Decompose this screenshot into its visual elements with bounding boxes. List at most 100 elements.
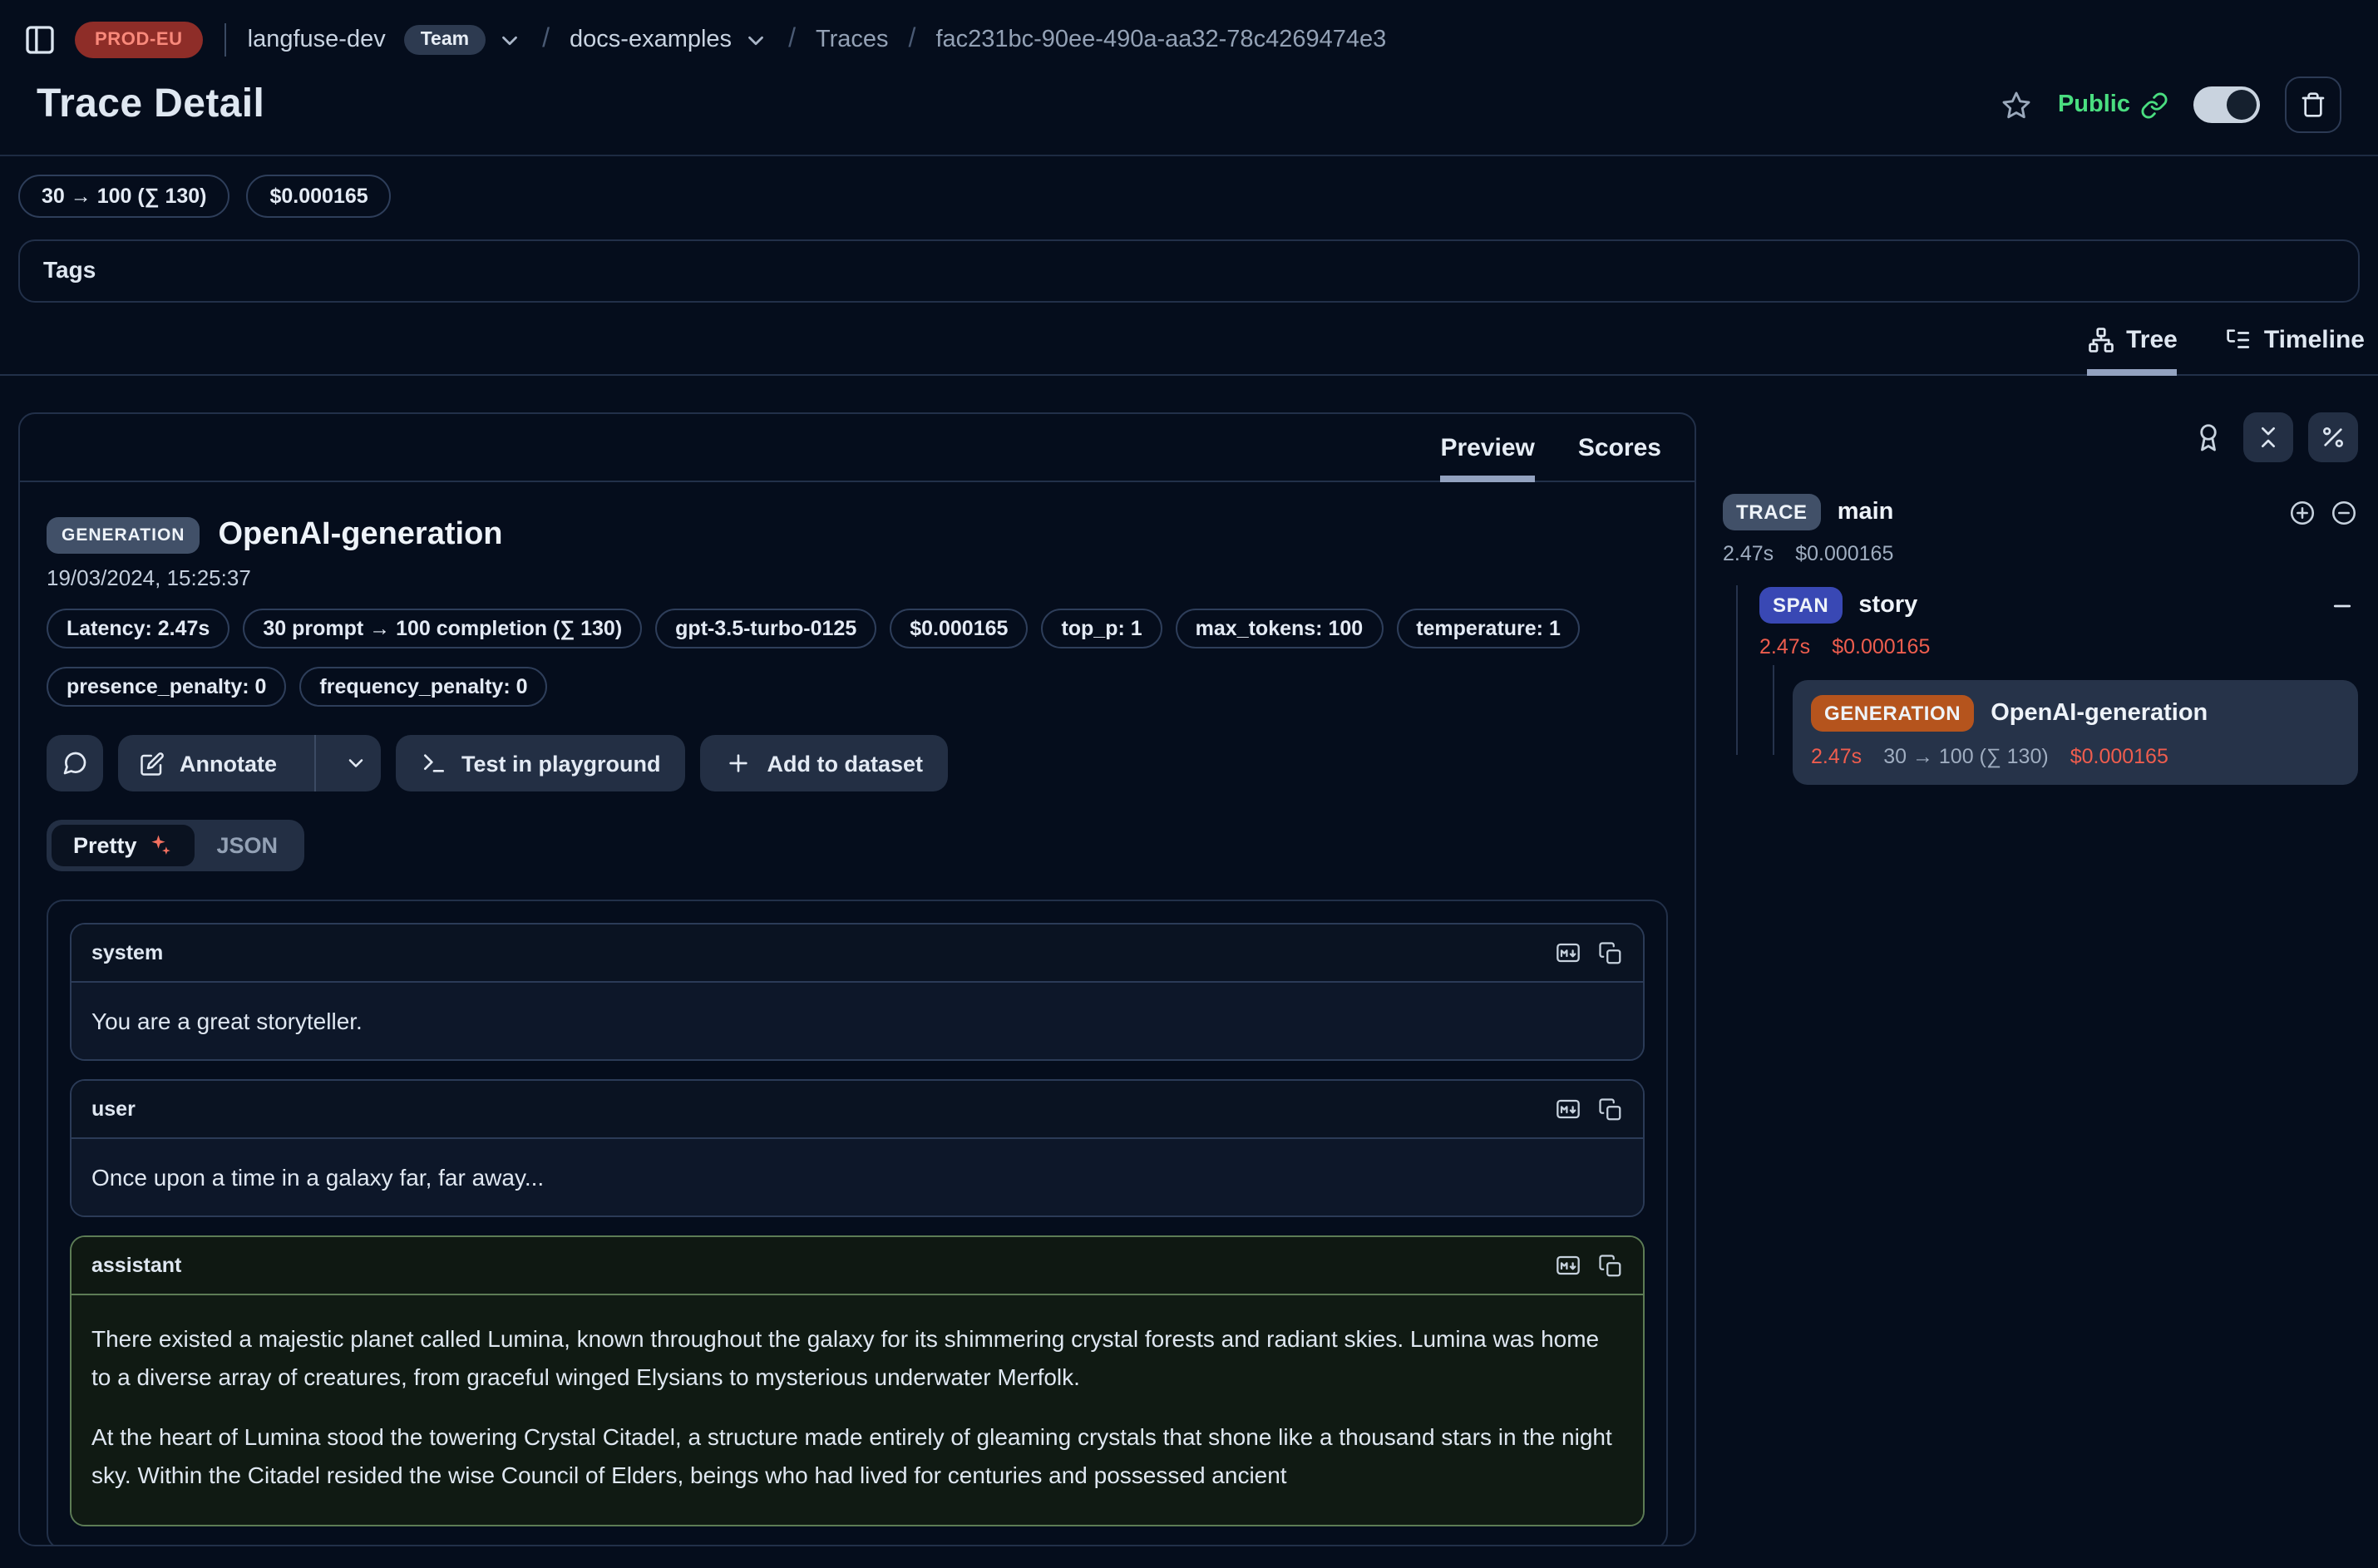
panel-tabs: Preview Scores: [20, 414, 1695, 482]
latency-badge: Latency: 2.47s: [47, 609, 229, 648]
dataset-label: Add to dataset: [767, 751, 924, 776]
title-actions: Public: [2001, 76, 2341, 133]
circle-plus-icon[interactable]: [2288, 498, 2316, 526]
toggle-knob: [2227, 90, 2257, 120]
span-cost: $0.000165: [1832, 635, 1930, 658]
format-pretty-option[interactable]: Pretty: [52, 825, 195, 866]
circle-minus-icon[interactable]: [2330, 498, 2358, 526]
tab-timeline[interactable]: Timeline: [2224, 326, 2365, 376]
observation-timestamp: 19/03/2024, 15:25:37: [47, 565, 1668, 590]
bookmark-star-icon[interactable]: [2001, 89, 2033, 121]
prompt-completion-badge[interactable]: 30 prompt → 100 completion (∑ 130): [243, 609, 642, 648]
comments-button[interactable]: [47, 735, 103, 791]
generation-latency: 2.47s: [1811, 745, 1862, 768]
delete-trace-button[interactable]: [2285, 76, 2341, 133]
trace-latency: 2.47s: [1723, 542, 1774, 565]
observation-type-badge: GENERATION: [47, 517, 200, 554]
format-json-option[interactable]: JSON: [195, 825, 300, 866]
tab-timeline-label: Timeline: [2264, 326, 2365, 354]
test-in-playground-button[interactable]: Test in playground: [395, 735, 686, 791]
assistant-paragraph-1: There existed a majestic planet called L…: [91, 1320, 1623, 1396]
metrics-percent-button[interactable]: [2308, 412, 2358, 462]
collapse-all-button[interactable]: [2243, 412, 2293, 462]
public-link[interactable]: Public: [2058, 91, 2168, 119]
public-label: Public: [2058, 91, 2130, 118]
annotate-button-main[interactable]: Annotate: [118, 735, 298, 791]
model-badge[interactable]: gpt-3.5-turbo-0125: [655, 609, 876, 648]
token-usage-badge[interactable]: 30 → 100 (∑ 130): [18, 175, 230, 218]
annotate-button[interactable]: Annotate: [118, 735, 380, 791]
tab-preview[interactable]: Preview: [1440, 434, 1534, 482]
link-icon: [2140, 91, 2168, 119]
tree-zoom-controls: [2288, 498, 2358, 526]
assistant-message-content: There existed a majestic planet called L…: [72, 1294, 1643, 1524]
trace-metrics: 2.47s $0.000165: [1723, 542, 2358, 565]
annotate-label: Annotate: [180, 751, 277, 776]
tree-node-trace[interactable]: TRACE main: [1723, 494, 2358, 530]
trace-name: main: [1838, 499, 1894, 525]
frequency-penalty-badge: frequency_penalty: 0: [299, 667, 547, 707]
tree-node-span[interactable]: SPAN story 2.47s $0.000165: [1759, 587, 2358, 658]
observation-card: Preview Scores GENERATION OpenAI-generat…: [18, 412, 1696, 1546]
metadata-badges-row-1: Latency: 2.47s 30 prompt → 100 completio…: [47, 609, 1668, 648]
chevron-down-icon[interactable]: [497, 27, 522, 52]
pretty-label: Pretty: [73, 833, 137, 858]
system-message-content: You are a great storyteller.: [72, 981, 1643, 1059]
collapse-node-icon[interactable]: [2330, 593, 2355, 618]
edit-pencil-icon: [140, 751, 165, 776]
plus-icon: [726, 750, 752, 777]
message-role-label: system: [91, 941, 163, 964]
user-message-content: Once upon a time in a galaxy far, far aw…: [72, 1137, 1643, 1215]
top-p-badge: top_p: 1: [1041, 609, 1162, 648]
markdown-toggle-icon[interactable]: [1555, 1096, 1581, 1122]
scores-award-icon[interactable]: [2193, 422, 2223, 452]
temperature-badge: temperature: 1: [1396, 609, 1581, 648]
sidebar-toggle-icon[interactable]: [23, 23, 57, 57]
chevron-down-icon[interactable]: [743, 27, 768, 52]
copy-icon[interactable]: [1598, 1097, 1623, 1122]
breadcrumb-project[interactable]: docs-examples: [570, 27, 732, 53]
system-message-header: system: [72, 925, 1643, 981]
observation-name: OpenAI-generation: [218, 517, 502, 554]
tab-tree[interactable]: Tree: [2086, 326, 2178, 376]
public-toggle[interactable]: [2193, 86, 2260, 123]
generation-name: OpenAI-generation: [1991, 700, 2208, 727]
trace-cost: $0.000165: [1795, 542, 1893, 565]
message-header-icons: [1555, 939, 1623, 966]
observation-body: GENERATION OpenAI-generation 19/03/2024,…: [20, 482, 1695, 1546]
max-tokens-badge: max_tokens: 100: [1176, 609, 1384, 648]
breadcrumb-org[interactable]: langfuse-dev: [248, 27, 386, 53]
tree-node-generation-selected[interactable]: GENERATION OpenAI-generation 2.47s 30 → …: [1793, 680, 2358, 785]
terminal-icon: [420, 750, 446, 777]
span-metrics: 2.47s $0.000165: [1759, 635, 2358, 658]
trace-detail-page: PROD-EU langfuse-dev Team / docs-example…: [0, 0, 2378, 1568]
message-header-icons: [1555, 1252, 1623, 1279]
cost-badge[interactable]: $0.000165: [247, 175, 392, 218]
cost-badge[interactable]: $0.000165: [890, 609, 1028, 648]
message-role-label: user: [91, 1097, 136, 1121]
assistant-message-panel: assistant There existed a majestic plane…: [70, 1235, 1645, 1526]
copy-icon[interactable]: [1598, 940, 1623, 965]
title-row: Trace Detail Public: [0, 73, 2378, 155]
markdown-toggle-icon[interactable]: [1555, 939, 1581, 966]
org-type-badge: Team: [404, 25, 486, 55]
breadcrumb-slash: /: [787, 25, 797, 55]
span-latency: 2.47s: [1759, 635, 1810, 658]
presence-penalty-badge: presence_penalty: 0: [47, 667, 286, 707]
breadcrumb-trace-id: fac231bc-90ee-490a-aa32-78c4269474e3: [935, 27, 1386, 53]
tab-tree-label: Tree: [2126, 326, 2178, 354]
add-to-dataset-button[interactable]: Add to dataset: [701, 735, 949, 791]
breadcrumb-traces-link[interactable]: Traces: [816, 27, 889, 53]
tab-scores[interactable]: Scores: [1578, 434, 1661, 482]
annotate-dropdown-button[interactable]: [330, 735, 380, 791]
list-tree-icon: [2224, 326, 2252, 354]
user-message-header: user: [72, 1081, 1643, 1137]
view-tabs: Tree Timeline: [0, 303, 2378, 376]
markdown-toggle-icon[interactable]: [1555, 1252, 1581, 1279]
sparkles-icon: [149, 833, 174, 858]
copy-icon[interactable]: [1598, 1253, 1623, 1278]
playground-label: Test in playground: [461, 751, 661, 776]
observation-header: GENERATION OpenAI-generation: [47, 517, 1668, 554]
tags-panel[interactable]: Tags: [18, 239, 2360, 303]
trace-tree-panel: TRACE main 2.47s $0.000165 SPAN: [1713, 412, 2368, 1546]
